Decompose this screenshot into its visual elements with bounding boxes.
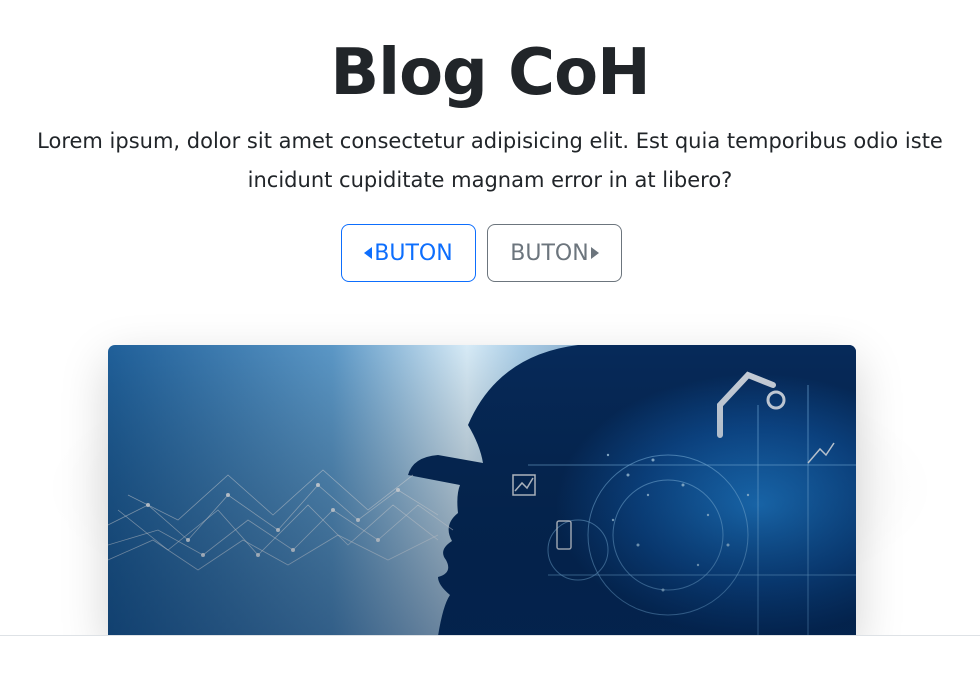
page-title: Blog CoH <box>330 36 650 110</box>
prev-button[interactable]: BUTON <box>341 224 476 282</box>
caret-left-icon <box>364 247 373 259</box>
next-button-label: BUTON <box>510 240 589 266</box>
hero-image <box>108 345 856 636</box>
page-footer-area <box>0 636 980 674</box>
caret-right-icon <box>590 247 599 259</box>
next-button[interactable]: BUTON <box>487 224 622 282</box>
prev-button-label: BUTON <box>374 240 453 266</box>
lead-text: Lorem ipsum, dolor sit amet consectetur … <box>37 129 943 192</box>
